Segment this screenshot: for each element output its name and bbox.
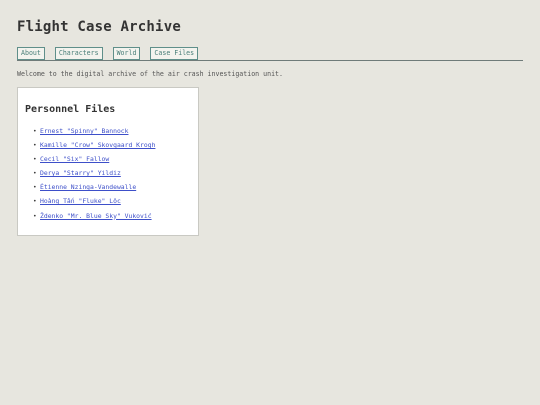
page: Flight Case Archive About Characters Wor… bbox=[0, 0, 540, 405]
personnel-files-panel: Personnel Files • Ernest "Spinny" Bannoc… bbox=[17, 87, 199, 236]
personnel-link-bannock[interactable]: Ernest "Spinny" Bannock bbox=[40, 127, 129, 135]
personnel-link-yildiz[interactable]: Derya "Starry" Yildiz bbox=[40, 169, 121, 177]
bullet-icon: • bbox=[33, 156, 37, 164]
bullet-icon: • bbox=[33, 142, 37, 150]
main-nav: About Characters World Case Files bbox=[17, 47, 199, 60]
personnel-link-nzinga-vandewalle[interactable]: Étienne Nzinga-Vandewalle bbox=[40, 183, 136, 191]
bullet-icon: • bbox=[33, 212, 37, 220]
list-item: • Hoàng Tấn "Fluke" Lộc bbox=[33, 197, 155, 211]
nav-about-link[interactable]: About bbox=[17, 47, 45, 60]
list-item: • Ždenko "Mr. Blue Sky" Vuković bbox=[33, 212, 155, 226]
list-item: • Cecil "Six" Fallow bbox=[33, 155, 155, 169]
nav-case-files-link[interactable]: Case Files bbox=[150, 47, 199, 60]
bullet-icon: • bbox=[33, 184, 37, 192]
nav-characters-link[interactable]: Characters bbox=[54, 47, 103, 60]
personnel-link-fallow[interactable]: Cecil "Six" Fallow bbox=[40, 155, 109, 163]
nav-world-link[interactable]: World bbox=[112, 47, 141, 60]
nav-divider bbox=[17, 60, 523, 61]
list-item: • Kamille "Crow" Skovgaard Krogh bbox=[33, 141, 155, 155]
personnel-list: • Ernest "Spinny" Bannock • Kamille "Cro… bbox=[33, 127, 155, 226]
list-item: • Ernest "Spinny" Bannock bbox=[33, 127, 155, 141]
bullet-icon: • bbox=[33, 198, 37, 206]
list-item: • Étienne Nzinga-Vandewalle bbox=[33, 183, 155, 197]
welcome-text: Welcome to the digital archive of the ai… bbox=[17, 70, 283, 78]
personnel-link-krogh[interactable]: Kamille "Crow" Skovgaard Krogh bbox=[40, 141, 155, 149]
bullet-icon: • bbox=[33, 128, 37, 135]
list-item: • Derya "Starry" Yildiz bbox=[33, 169, 155, 183]
personnel-link-loc[interactable]: Hoàng Tấn "Fluke" Lộc bbox=[40, 197, 121, 205]
personnel-link-vukovic[interactable]: Ždenko "Mr. Blue Sky" Vuković bbox=[40, 212, 152, 220]
personnel-files-title: Personnel Files bbox=[25, 104, 116, 115]
site-title: Flight Case Archive bbox=[17, 19, 181, 35]
bullet-icon: • bbox=[33, 170, 37, 178]
